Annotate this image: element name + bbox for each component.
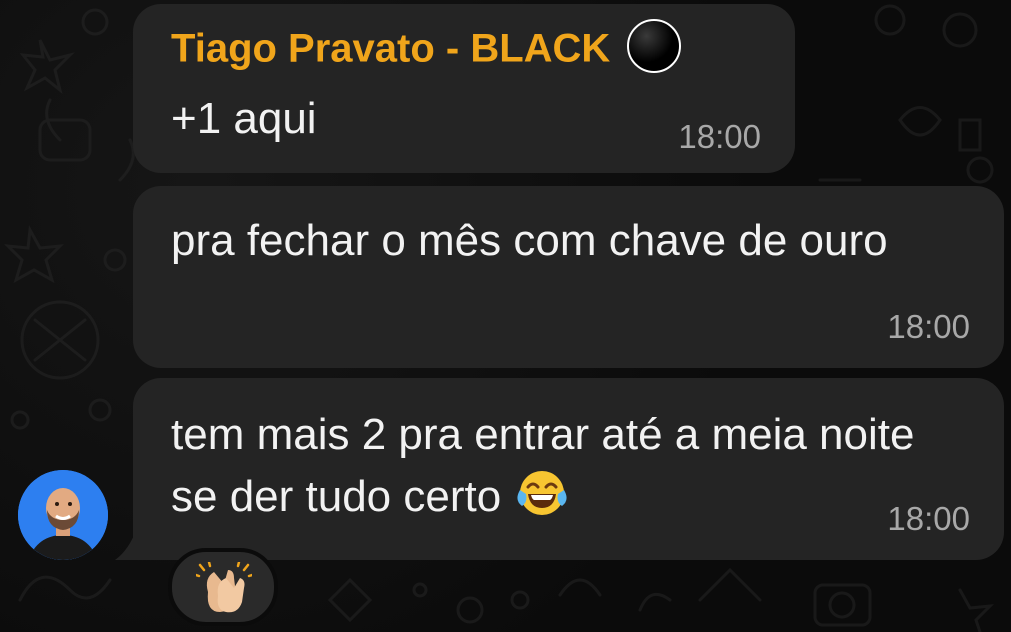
black-circle-icon [627,19,682,73]
message-bubble[interactable]: pra fechar o mês com chave de ouro 18:00 [133,186,1004,368]
message-timestamp: 18:00 [678,118,761,155]
message-bubble[interactable]: tem mais 2 pra entrar até a meia noite s… [133,378,1004,560]
message-text: +1 aqui [171,94,317,143]
message-reaction[interactable] [168,548,278,626]
sender-name[interactable]: Tiago Pravato - BLACK [171,19,682,78]
chat-view: Tiago Pravato - BLACK +1 aqui 18:00 pra … [0,0,1011,632]
message-text: pra fechar o mês com chave de ouro [171,216,888,265]
message-timestamp: 18:00 [887,500,970,537]
clapping-hands-icon [196,562,252,613]
face-with-tears-of-joy-icon [517,471,568,516]
avatar-image [18,470,108,560]
message-bubble[interactable]: Tiago Pravato - BLACK +1 aqui 18:00 [133,4,795,173]
message-timestamp: 18:00 [887,308,970,345]
message-text: tem mais 2 pra entrar até a meia noite s… [171,404,971,528]
sender-name-label: Tiago Pravato - BLACK [171,26,611,71]
sender-avatar[interactable] [18,470,108,560]
